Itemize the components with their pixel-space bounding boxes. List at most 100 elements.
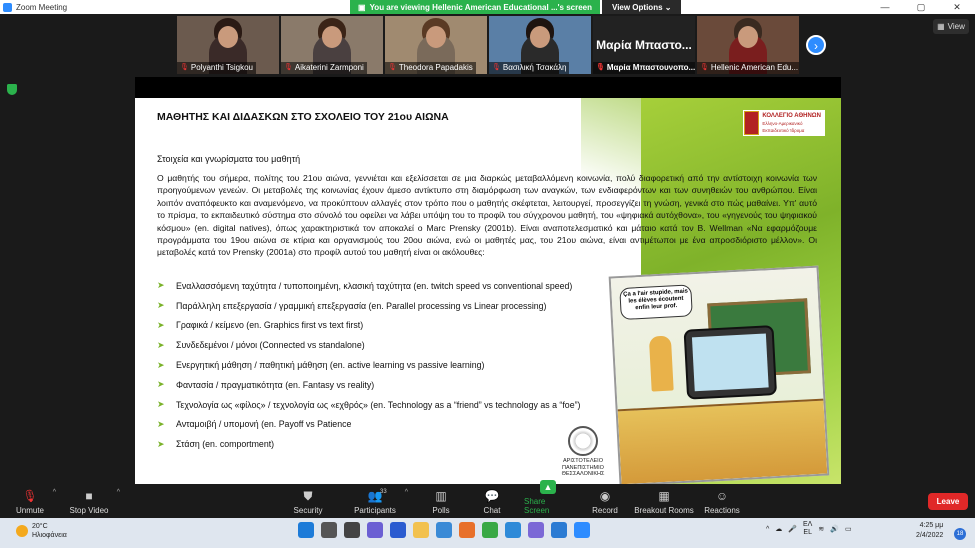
participant-tile[interactable]: 🎙 Theodora Papadakis <box>385 16 487 74</box>
view-button[interactable]: ▦ View <box>933 19 969 34</box>
muted-mic-icon: 🎙 <box>492 64 501 71</box>
weather-widget[interactable]: 20°C Ηλιοφάνεια <box>16 522 67 540</box>
participant-tile[interactable]: 🎙 Βασιλική Τσακάλη <box>489 16 591 74</box>
teacher-figure <box>648 335 674 392</box>
chevron-up-icon[interactable]: ^ <box>117 489 120 496</box>
slide-paragraph: Ο μαθητής του σήμερα, πολίτης του 21ου α… <box>157 173 817 258</box>
shared-slide: ΜΑΘΗΤΗΣ ΚΑΙ ΔΙΔΑΣΚΩΝ ΣΤΟ ΣΧΟΛΕΙΟ ΤΟΥ 21ο… <box>135 98 841 484</box>
speech-bubble: Ça a l'air stupide, mais les élèves écou… <box>619 284 693 321</box>
university-line: ΑΡΙΣΤΟΤΕΛΕΙΟ <box>563 458 603 464</box>
maximize-button[interactable]: ▢ <box>903 0 939 14</box>
volume-icon[interactable]: 🔊 <box>830 525 839 533</box>
crest-icon <box>744 111 760 135</box>
stop-video-label: Stop Video <box>69 506 109 515</box>
participant-label: 🎙 Βασιλική Τσακάλη <box>489 62 570 74</box>
teams-icon[interactable] <box>528 522 544 538</box>
outlook-icon[interactable] <box>551 522 567 538</box>
word-icon[interactable] <box>390 522 406 538</box>
viewing-banner: ▣ You are viewing Hellenic American Educ… <box>350 0 600 14</box>
chevron-up-icon[interactable]: ^ <box>405 489 408 496</box>
weather-text: Ηλιοφάνεια <box>32 532 67 539</box>
share-screen-button[interactable]: ▲ Share Screen <box>524 480 572 518</box>
meeting-toolbar: 🎙 Unmute ^ ■ Stop Video ^ ⛊ Security 👥 33 Parti… <box>0 480 975 518</box>
window-controls: — ▢ ✕ <box>867 0 975 14</box>
poll-icon: ▥ <box>435 489 447 503</box>
mic-icon[interactable]: 🎤 <box>788 525 797 533</box>
chevron-up-icon[interactable]: ^ <box>766 526 769 533</box>
participant-label: 🎙 Hellenic American Edu... <box>697 62 799 74</box>
sun-icon <box>16 525 28 537</box>
chevron-up-icon[interactable]: ^ <box>53 489 56 496</box>
chat-button[interactable]: 💬 Chat <box>478 484 506 518</box>
smartphone-illustration <box>683 325 778 400</box>
participant-display-name: Μαρία Μπαστο... <box>596 38 692 52</box>
participant-tile[interactable]: 🎙 Hellenic American Edu... <box>697 16 799 74</box>
wifi-icon[interactable]: ≋ <box>818 525 824 533</box>
clock[interactable]: 4:25 μμ 2/4/2022 <box>916 521 943 541</box>
record-button[interactable]: ◉ Record <box>590 484 620 518</box>
slide-title: ΜΑΘΗΤΗΣ ΚΑΙ ΔΙΔΑΣΚΩΝ ΣΤΟ ΣΧΟΛΕΙΟ ΤΟΥ 21ο… <box>157 111 449 123</box>
students-illustration <box>617 398 828 484</box>
bullet-item: ➤ Συνδεδεμένοι / μόνοι (Connected vs stan… <box>157 335 580 355</box>
arrow-bullet-icon: ➤ <box>157 399 165 410</box>
view-options-label: View Options <box>612 2 663 12</box>
encryption-shield-icon[interactable] <box>7 84 17 95</box>
bullet-item: ➤ Στάση (en. comportment) <box>157 434 580 454</box>
participant-gallery: 🎙 Polyanthi Tsigkou 🎙 Aikaterini Zarmponi … <box>177 16 799 74</box>
notification-badge[interactable]: 18 <box>954 528 966 540</box>
share-screen-label: Share Screen <box>524 497 550 515</box>
arrow-bullet-icon: ➤ <box>157 280 165 291</box>
search-icon[interactable] <box>321 522 337 538</box>
security-label: Security <box>293 506 323 515</box>
screen-share-icon: ▣ <box>358 2 366 12</box>
start-icon[interactable] <box>298 522 314 538</box>
battery-icon[interactable]: ▭ <box>845 525 852 533</box>
window-title: Zoom Meeting <box>16 2 68 12</box>
store-icon[interactable] <box>436 522 452 538</box>
bullet-text: Στάση (en. comportment) <box>176 439 275 450</box>
breakout-rooms-button[interactable]: ▦ Breakout Rooms <box>634 484 694 518</box>
date: 2/4/2022 <box>916 532 944 539</box>
reactions-label: Reactions <box>704 506 740 515</box>
stop-video-button[interactable]: ■ Stop Video ^ <box>68 484 121 518</box>
participants-button[interactable]: 👥 33 Participants ^ <box>352 484 408 518</box>
zoom-icon[interactable] <box>574 522 590 538</box>
zoom-logo-icon <box>3 2 12 12</box>
participant-tile[interactable]: 🎙 Aikaterini Zarmponi <box>281 16 383 74</box>
task-view-icon[interactable] <box>344 522 360 538</box>
bullet-text: Φαντασία / πραγματικότητα (en. Fantasy v… <box>176 379 375 390</box>
chat-icon: 💬 <box>484 489 500 503</box>
participant-name: Μαρία Μπαστουνοπο... <box>606 63 695 72</box>
minimize-button[interactable]: — <box>867 0 903 14</box>
edge-icon[interactable] <box>505 522 521 538</box>
view-options-button[interactable]: View Options ⌄ <box>602 0 682 14</box>
bullet-item: ➤ Παράλληλη επεξεργασία / γραμμική επεξερ… <box>157 296 580 316</box>
seal-icon <box>568 426 598 456</box>
participant-tile[interactable]: Μαρία Μπαστο... 🎙 Μαρία Μπαστουνοπο... <box>593 16 695 74</box>
logo-subtext: Ελληνο-Αμερικανικό Εκπαιδευτικό Ίδρυμα <box>762 120 805 133</box>
chrome-icon[interactable] <box>482 522 498 538</box>
chat-app-icon[interactable] <box>367 522 383 538</box>
onedrive-icon[interactable]: ☁ <box>775 525 782 533</box>
university-line: ΘΕΣΣΑΛΟΝΙΚΗΣ <box>561 471 605 477</box>
close-button[interactable]: ✕ <box>939 0 975 14</box>
system-tray: ^ ☁ 🎤 ΕΛ EL ≋ 🔊 ▭ <box>766 521 852 537</box>
language-secondary: EL <box>803 529 812 536</box>
reactions-button[interactable]: ☺ Reactions <box>704 484 740 518</box>
firefox-icon[interactable] <box>459 522 475 538</box>
polls-button[interactable]: ▥ Polls <box>427 484 455 518</box>
next-page-button[interactable]: › <box>806 35 826 55</box>
security-button[interactable]: ⛊ Security <box>290 484 326 518</box>
shared-screen-top <box>135 77 841 98</box>
participant-name: Theodora Papadakis <box>398 63 473 72</box>
arrow-bullet-icon: ➤ <box>157 438 165 449</box>
unmute-button[interactable]: 🎙 Unmute ^ <box>14 484 56 518</box>
language-indicator[interactable]: ΕΛ EL <box>803 521 812 537</box>
participant-tile[interactable]: 🎙 Polyanthi Tsigkou <box>177 16 279 74</box>
participant-label: 🎙 Theodora Papadakis <box>385 62 476 74</box>
record-label: Record <box>592 506 618 515</box>
bullet-item: ➤ Τεχνολογία ως «φίλος» / τεχνολογία ως «… <box>157 395 580 415</box>
college-logo: ΚΟΛΛΕΓΙΟ ΑΘΗΝΩΝ Ελληνο-Αμερικανικό Εκπαι… <box>743 110 825 136</box>
file-explorer-icon[interactable] <box>413 522 429 538</box>
leave-button[interactable]: Leave <box>928 493 968 510</box>
